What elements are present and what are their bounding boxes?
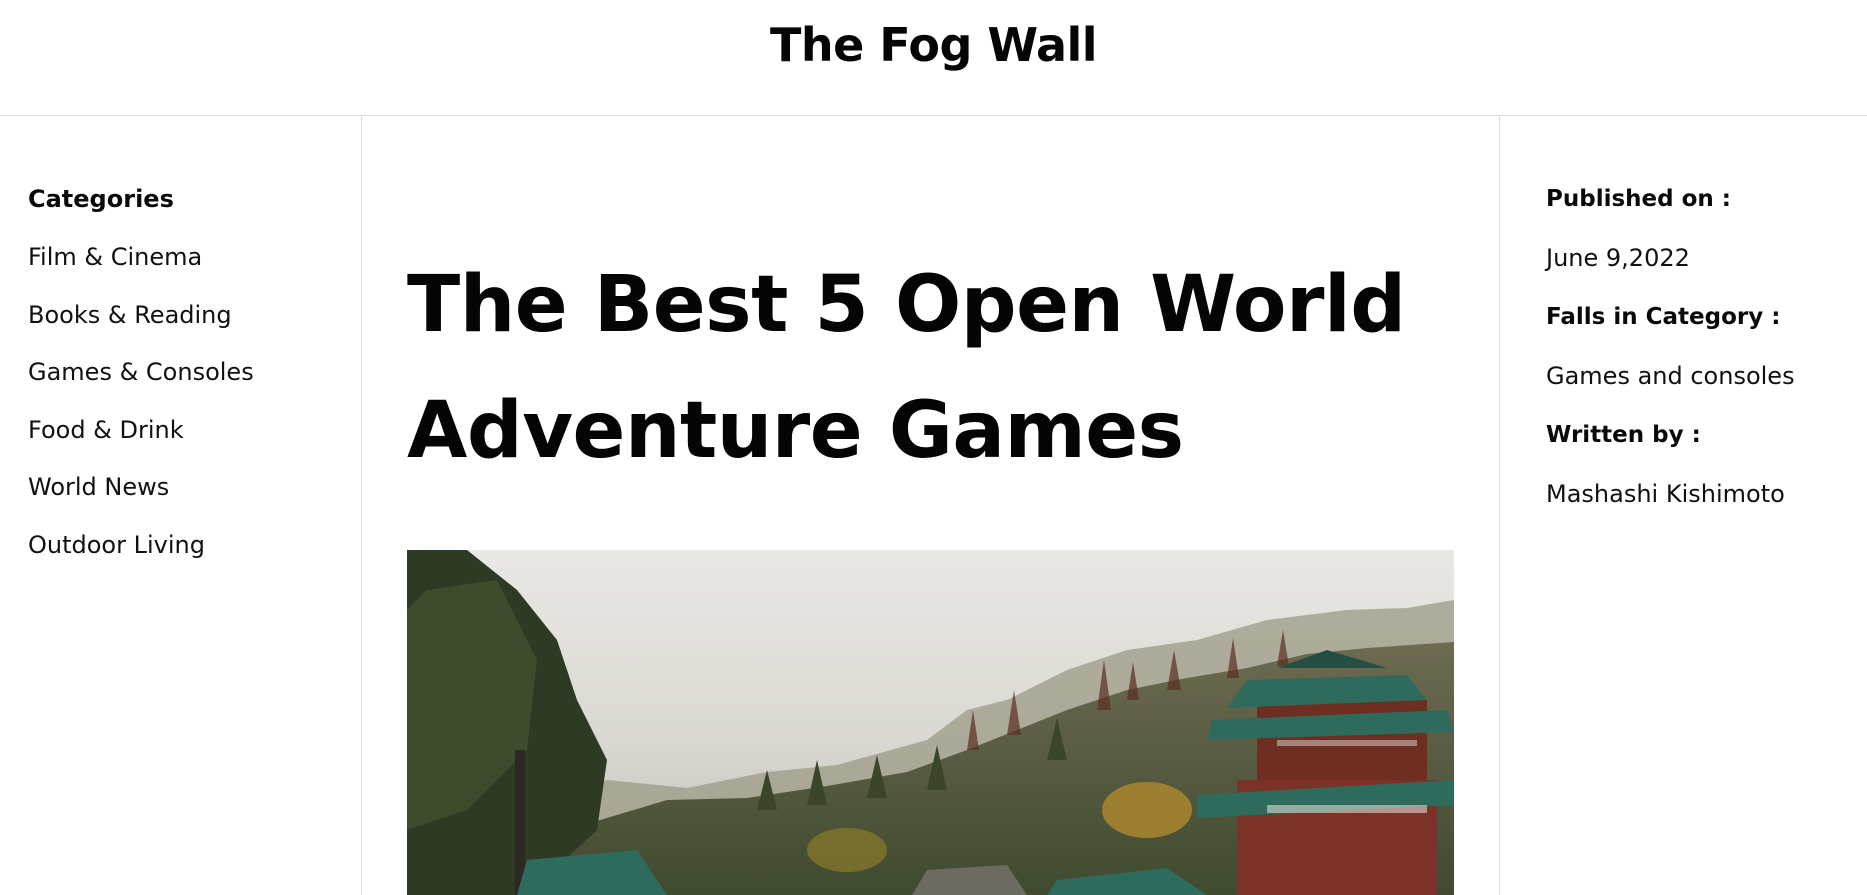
category-item: Film & Cinema <box>28 242 361 300</box>
article-title-line-2: Adventure Games <box>407 386 1184 476</box>
article-title: The Best 5 Open World Adventure Games <box>407 242 1467 494</box>
site-title[interactable]: The Fog Wall <box>770 18 1098 72</box>
page-layout: Categories Film & Cinema Books & Reading… <box>0 116 1867 895</box>
author-name: Mashashi Kishimoto <box>1546 480 1785 508</box>
published-date: June 9,2022 <box>1546 244 1690 272</box>
category-link-food-drink[interactable]: Food & Drink <box>28 416 184 444</box>
article-main: The Best 5 Open World Adventure Games <box>363 116 1499 895</box>
category-item: Books & Reading <box>28 300 361 358</box>
hero-image-illustration <box>407 550 1454 895</box>
category-link-film-cinema[interactable]: Film & Cinema <box>28 243 202 271</box>
published-label: Published on : <box>1546 186 1731 212</box>
category-item: World News <box>28 472 361 530</box>
article-meta-sidebar: Published on : June 9,2022 Falls in Cate… <box>1499 116 1867 895</box>
category-link-world-news[interactable]: World News <box>28 473 169 501</box>
category-item: Food & Drink <box>28 415 361 473</box>
article-title-line-1: The Best 5 Open World <box>407 260 1406 350</box>
categories-heading: Categories <box>28 185 174 213</box>
category-item: Outdoor Living <box>28 530 361 588</box>
article-hero-image <box>407 550 1454 895</box>
categories-sidebar: Categories Film & Cinema Books & Reading… <box>0 116 362 895</box>
category-value: Games and consoles <box>1546 362 1795 390</box>
category-item: Games & Consoles <box>28 357 361 415</box>
category-link-outdoor-living[interactable]: Outdoor Living <box>28 531 205 559</box>
categories-list: Film & Cinema Books & Reading Games & Co… <box>28 242 361 587</box>
author-label: Written by : <box>1546 422 1701 448</box>
category-label: Falls in Category : <box>1546 304 1781 330</box>
category-link-books-reading[interactable]: Books & Reading <box>28 301 232 329</box>
site-header: The Fog Wall <box>0 0 1867 116</box>
category-link-games-consoles[interactable]: Games & Consoles <box>28 358 254 386</box>
